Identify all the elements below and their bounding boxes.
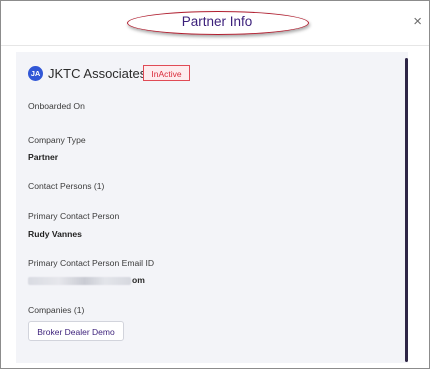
company-type-label: Company Type [28, 135, 86, 145]
avatar: JA [28, 66, 43, 81]
dialog-title: Partner Info [181, 14, 253, 29]
company-type-value: Partner [28, 152, 59, 162]
partner-name: JKTC Associates [48, 66, 147, 81]
dialog-header: Partner Info × [1, 1, 429, 46]
onboarded-on-label: Onboarded On [28, 101, 85, 111]
status-badge: InActive [143, 65, 190, 81]
companies-label: Companies (1) [28, 305, 85, 315]
primary-email-visible-tail: om [132, 275, 145, 285]
contact-persons-label: Contact Persons (1) [28, 181, 105, 191]
primary-email-label: Primary Contact Person Email ID [28, 258, 155, 268]
partner-info-dialog: Partner Info × JA JKTC Associates InActi… [0, 0, 430, 369]
company-chip[interactable]: Broker Dealer Demo [28, 321, 124, 341]
primary-contact-label: Primary Contact Person [28, 211, 120, 221]
partner-details-panel [16, 52, 408, 363]
panel-scrollbar[interactable] [405, 58, 408, 362]
redacted-email [28, 277, 131, 285]
close-icon[interactable]: × [413, 13, 422, 31]
primary-contact-value: Rudy Vannes [28, 229, 82, 239]
